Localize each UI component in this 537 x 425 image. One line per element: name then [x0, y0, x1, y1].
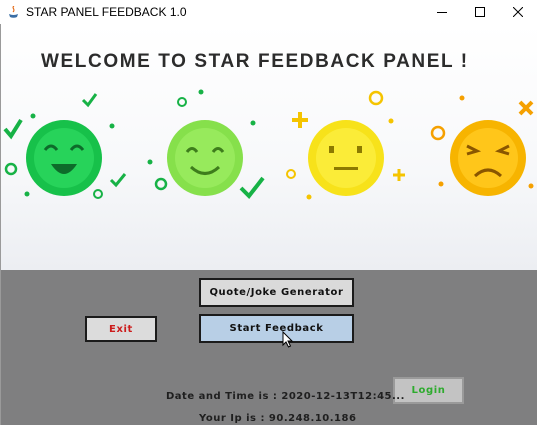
- close-button[interactable]: [499, 0, 537, 24]
- window-title: STAR PANEL FEEDBACK 1.0: [26, 5, 187, 19]
- minimize-icon: [437, 12, 447, 13]
- minimize-button[interactable]: [423, 0, 461, 24]
- happy-face-icon: [147, 89, 265, 200]
- close-icon: [513, 7, 523, 17]
- mouse-cursor-icon: [282, 331, 294, 348]
- hero-banner: WELCOME TO STAR FEEDBACK PANEL !: [1, 24, 537, 270]
- ip-label: Your Ip is : 90.248.10.186: [199, 413, 357, 424]
- sad-face-icon: [430, 95, 534, 196]
- neutral-face-icon: [286, 90, 405, 200]
- maximize-button[interactable]: [461, 0, 499, 24]
- datetime-label: Date and Time is : 2020-12-13T12:45...: [166, 391, 405, 402]
- quote-joke-generator-button[interactable]: Quote/Joke Generator: [199, 278, 354, 307]
- emoji-illustration: [3, 89, 534, 200]
- exit-button[interactable]: Exit: [85, 316, 157, 342]
- title-bar[interactable]: STAR PANEL FEEDBACK 1.0: [0, 0, 537, 24]
- java-app-icon: [9, 6, 18, 18]
- start-feedback-button[interactable]: Start Feedback: [199, 314, 354, 343]
- maximize-icon: [475, 7, 485, 17]
- very-happy-face-icon: [3, 93, 127, 199]
